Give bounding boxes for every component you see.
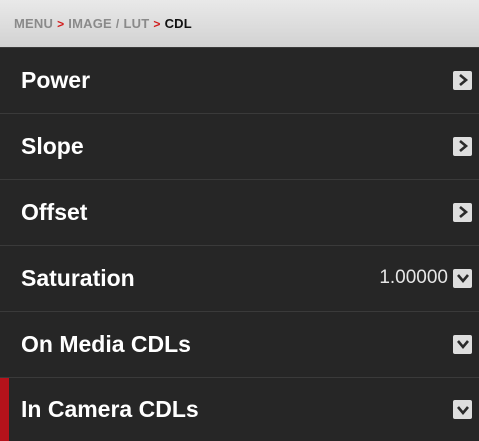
chevron-right-icon[interactable] xyxy=(453,136,472,156)
menu-item-label: Slope xyxy=(21,132,84,159)
cdl-menu-screen: MENU > IMAGE / LUT > CDL Power Slope Off… xyxy=(0,0,479,441)
saturation-value: 1.00000 xyxy=(379,267,448,288)
menu-item-label: In Camera CDLs xyxy=(21,396,199,422)
breadcrumb-separator: > xyxy=(153,16,161,31)
menu-list: Power Slope Offset Saturation 1.00000 On… xyxy=(0,47,479,441)
chevron-down-icon[interactable] xyxy=(453,268,472,288)
chevron-down-icon[interactable] xyxy=(453,334,472,354)
breadcrumb-current: CDL xyxy=(164,16,192,31)
menu-item-in-camera-cdls[interactable]: In Camera CDLs xyxy=(0,377,479,441)
selection-indicator xyxy=(0,378,9,441)
breadcrumb: MENU > IMAGE / LUT > CDL xyxy=(0,0,479,47)
breadcrumb-menu[interactable]: MENU xyxy=(14,16,53,31)
menu-item-saturation[interactable]: Saturation 1.00000 xyxy=(0,245,479,310)
menu-item-slope[interactable]: Slope xyxy=(0,113,479,178)
menu-item-power[interactable]: Power xyxy=(0,47,479,112)
menu-item-label: Power xyxy=(21,66,91,93)
menu-item-offset[interactable]: Offset xyxy=(0,179,479,244)
chevron-right-icon[interactable] xyxy=(453,202,472,222)
chevron-right-icon[interactable] xyxy=(453,70,472,90)
chevron-down-icon[interactable] xyxy=(453,400,472,419)
menu-item-label: Offset xyxy=(21,198,88,225)
breadcrumb-image[interactable]: IMAGE xyxy=(68,16,112,31)
menu-item-label: Saturation xyxy=(21,264,135,291)
menu-item-label: On Media CDLs xyxy=(21,330,191,357)
menu-item-on-media-cdls[interactable]: On Media CDLs xyxy=(0,311,479,376)
breadcrumb-separator: > xyxy=(57,16,65,31)
breadcrumb-slash: / xyxy=(115,16,120,31)
breadcrumb-lut[interactable]: LUT xyxy=(123,16,149,31)
